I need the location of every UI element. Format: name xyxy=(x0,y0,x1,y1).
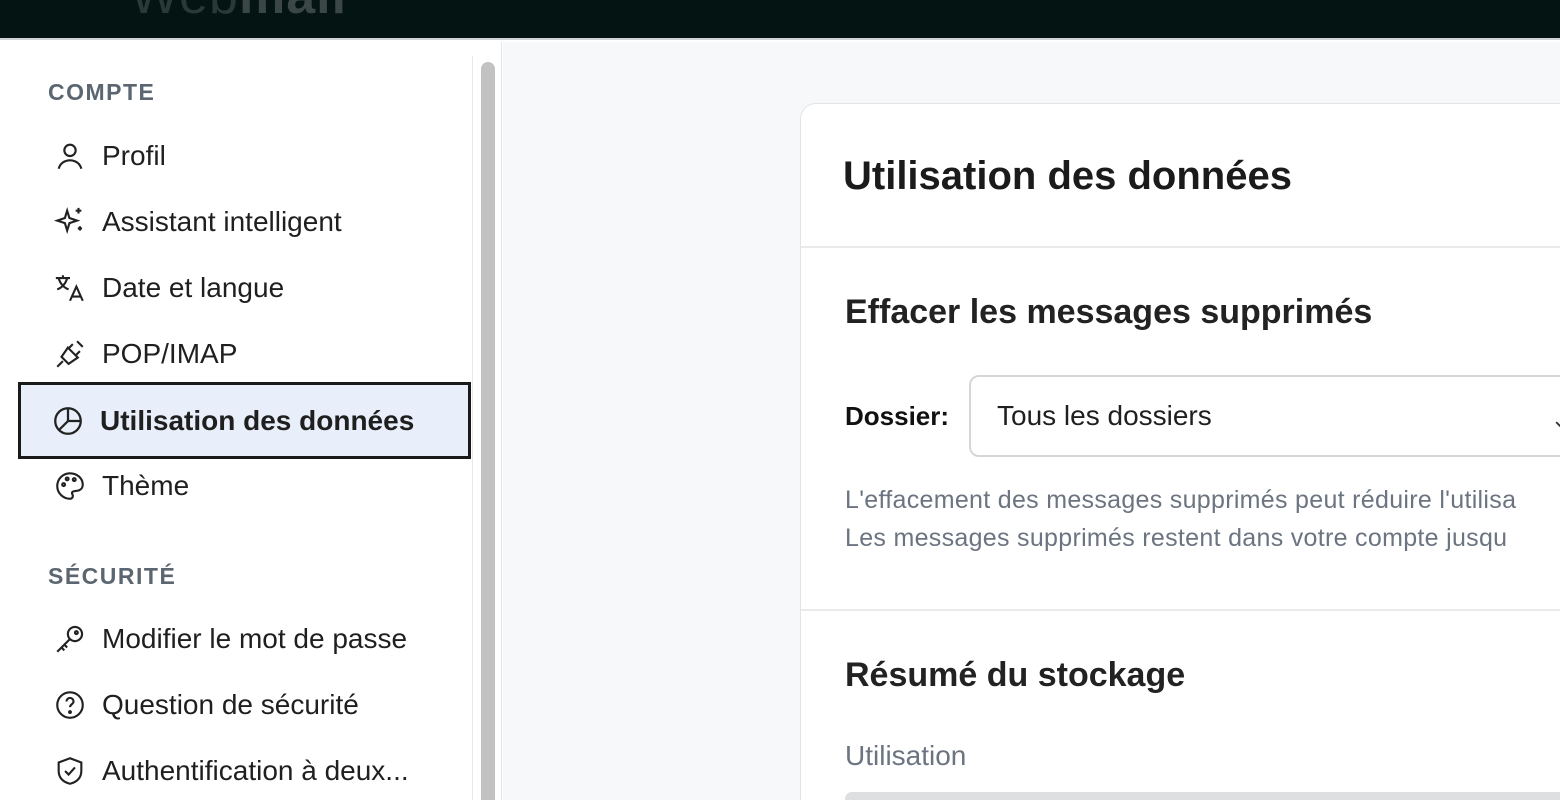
pie-chart-icon xyxy=(50,403,86,439)
sidebar-item-label: Profil xyxy=(102,140,166,171)
sidebar-item-assistant[interactable]: Assistant intelligent xyxy=(20,192,469,252)
question-icon xyxy=(52,687,88,723)
folder-select[interactable]: Tous les dossiers ⌄ xyxy=(969,375,1560,457)
sidebar-item-profil[interactable]: Profil xyxy=(20,126,469,186)
sidebar-scrollbar-thumb[interactable] xyxy=(481,62,495,800)
app-logo[interactable]: Webmail xyxy=(130,0,347,26)
sidebar-item-label: Question de sécurité xyxy=(102,689,359,720)
sidebar-item-mot-de-passe[interactable]: Modifier le mot de passe xyxy=(20,609,469,669)
sidebar-item-theme[interactable]: Thème xyxy=(20,456,469,516)
sparkle-icon xyxy=(52,204,88,240)
sidebar-item-2fa[interactable]: Authentification à deux... xyxy=(20,741,469,800)
section-title-delete-messages: Effacer les messages supprimés xyxy=(845,293,1373,331)
plug-icon xyxy=(52,336,88,372)
sidebar-item-label: Modifier le mot de passe xyxy=(102,623,408,654)
folder-select-value: Tous les dossiers xyxy=(997,400,1212,431)
sidebar-item-date-langue[interactable]: Date et langue xyxy=(20,258,469,318)
section-title-storage-summary: Résumé du stockage xyxy=(845,656,1186,694)
settings-sidebar: COMPTE Profil Assistant intelligent Date… xyxy=(0,42,502,800)
page-title: Utilisation des données xyxy=(843,154,1292,198)
help-text-line-2: Les messages supprimés restent dans votr… xyxy=(845,524,1508,552)
translate-icon xyxy=(52,270,88,306)
key-icon xyxy=(52,621,88,657)
divider xyxy=(801,609,1560,611)
section-title-securite: SÉCURITÉ xyxy=(48,563,177,589)
sidebar-item-label: Utilisation des données xyxy=(100,404,415,436)
top-bar: Webmail xyxy=(0,0,1560,40)
sidebar-item-label: Thème xyxy=(102,470,190,501)
sidebar-item-label: POP/IMAP xyxy=(102,338,238,369)
palette-icon xyxy=(52,468,88,504)
usage-label: Utilisation xyxy=(845,740,967,771)
folder-label: Dossier: xyxy=(845,401,950,431)
sidebar-divider xyxy=(472,56,473,800)
sidebar-item-question-securite[interactable]: Question de sécurité xyxy=(20,675,469,735)
data-usage-card: Utilisation des données Effacer les mess… xyxy=(800,103,1560,800)
user-icon xyxy=(52,138,88,174)
sidebar-item-pop-imap[interactable]: POP/IMAP xyxy=(20,324,469,384)
usage-progress-bar xyxy=(845,792,1560,800)
sidebar-item-utilisation-donnees[interactable]: Utilisation des données xyxy=(18,382,471,459)
help-text-line-1: L'effacement des messages supprimés peut… xyxy=(845,486,1517,514)
sidebar-item-label: Authentification à deux... xyxy=(102,755,409,786)
sidebar-item-label: Date et langue xyxy=(102,272,285,303)
sidebar-item-label: Assistant intelligent xyxy=(102,206,342,237)
divider xyxy=(801,246,1560,248)
chevron-down-icon: ⌄ xyxy=(1551,407,1560,433)
shield-check-icon xyxy=(52,753,88,789)
section-title-compte: COMPTE xyxy=(48,79,156,105)
